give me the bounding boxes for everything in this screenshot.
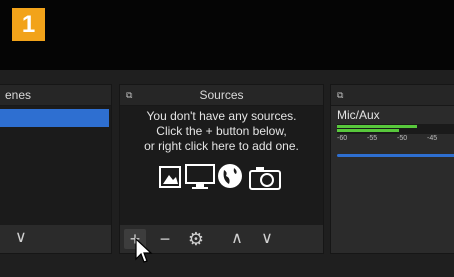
empty-line-2: Click the + button below, (156, 124, 287, 138)
scenes-title: enes (5, 88, 32, 102)
move-source-up-button[interactable]: ∧ (228, 229, 246, 249)
chevron-up-icon: ∧ (231, 230, 243, 247)
obs-window: 1 enes ∨ ⧉ Sources You don't have any so… (0, 0, 454, 277)
preview-area: 1 (0, 0, 454, 70)
mixer-body: Mic/Aux -60 -55 -50 -45 (331, 106, 454, 225)
source-properties-button[interactable]: ⚙ (186, 229, 206, 249)
scenes-panel: enes ∨ (0, 84, 112, 254)
empty-line-1: You don't have any sources. (146, 109, 297, 123)
image-icon (159, 166, 181, 188)
sources-list[interactable]: You don't have any sources. Click the + … (120, 106, 323, 225)
camera-icon (249, 167, 281, 190)
float-icon[interactable]: ⧉ (337, 85, 343, 105)
tick-label: -50 (397, 135, 408, 142)
volume-meter (337, 124, 454, 134)
scenes-footer: ∨ (0, 225, 111, 253)
meter-ticks: -60 -55 -50 -45 (337, 135, 454, 145)
audio-mixer-panel: ⧉ Mic/Aux -60 -55 -50 -45 (330, 84, 454, 254)
chevron-down-icon: ∨ (261, 230, 273, 247)
volume-slider[interactable] (337, 154, 454, 157)
remove-icon: − (159, 229, 171, 249)
scenes-list[interactable] (0, 106, 111, 225)
tick-label: -55 (367, 135, 378, 142)
step-badge: 1 (12, 8, 45, 41)
tick-label: -45 (427, 135, 438, 142)
meter-level-bottom (337, 129, 400, 132)
globe-icon (218, 164, 242, 188)
empty-line-3: or right click here to add one. (144, 139, 299, 153)
channel-name: Mic/Aux (337, 108, 380, 122)
chevron-down-icon[interactable]: ∨ (15, 227, 27, 247)
monitor-icon (185, 164, 215, 189)
sources-panel: ⧉ Sources You don't have any sources. Cl… (119, 84, 324, 254)
mixer-footer (331, 225, 454, 253)
sources-title: Sources (199, 88, 244, 102)
mixer-header: ⧉ (331, 85, 454, 106)
sources-header: ⧉ Sources (120, 85, 323, 106)
gear-icon: ⚙ (187, 229, 205, 249)
remove-source-button[interactable]: − (156, 229, 174, 249)
scenes-header: enes (0, 85, 111, 106)
empty-sources-message: You don't have any sources. Click the + … (120, 109, 323, 154)
tick-label: -60 (337, 135, 348, 142)
source-type-icons (159, 164, 281, 190)
meter-level-top (337, 125, 418, 128)
mouse-pointer-icon (135, 237, 153, 263)
move-source-down-button[interactable]: ∨ (258, 229, 276, 249)
scene-item-selected[interactable] (0, 109, 109, 127)
